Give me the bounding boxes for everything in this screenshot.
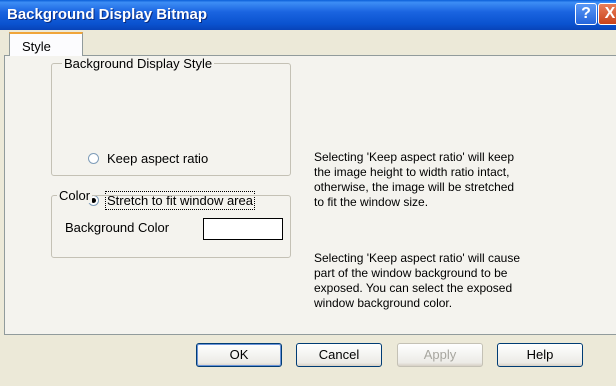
help-icon[interactable]: ?	[575, 3, 597, 25]
description-line: Selecting 'Keep aspect ratio' will cause	[314, 251, 521, 265]
apply-button[interactable]: Apply	[397, 343, 483, 367]
window-title: Background Display Bitmap	[7, 6, 208, 23]
background-color-label: Background Color	[65, 220, 170, 235]
description-line: part of the window background to be	[314, 266, 508, 280]
background-color-description: Selecting 'Keep aspect ratio' will cause…	[314, 251, 604, 311]
background-color-swatch[interactable]	[203, 218, 283, 240]
ok-button[interactable]: OK	[196, 343, 282, 367]
aspect-ratio-description: Selecting 'Keep aspect ratio' will keep …	[314, 150, 604, 210]
description-line: exposed. You can select the exposed	[314, 281, 513, 295]
description-line: Selecting 'Keep aspect ratio' will keep	[314, 150, 515, 164]
tab-style[interactable]: Style	[9, 32, 83, 56]
cancel-button[interactable]: Cancel	[296, 343, 382, 367]
color-legend: Color	[57, 188, 93, 203]
close-icon[interactable]: X	[598, 3, 616, 25]
description-line: the image height to width ratio intact,	[314, 165, 510, 179]
keep-aspect-ratio-radio[interactable]	[88, 152, 99, 164]
keep-aspect-ratio-label[interactable]: Keep aspect ratio	[107, 151, 208, 166]
help-button[interactable]: Help	[497, 343, 583, 367]
dialog-window: Background Display Bitmap ? X Style Back…	[0, 0, 616, 386]
description-line: window background color.	[314, 296, 453, 310]
keep-aspect-ratio-option[interactable]: Keep aspect ratio	[88, 149, 208, 167]
background-display-style-legend: Background Display Style	[62, 56, 215, 71]
description-line: otherwise, the image will be stretched	[314, 180, 515, 194]
description-line: to fit the window size.	[314, 195, 429, 209]
title-bar[interactable]: Background Display Bitmap ? X	[0, 0, 616, 30]
tab-style-label: Style	[22, 39, 51, 54]
